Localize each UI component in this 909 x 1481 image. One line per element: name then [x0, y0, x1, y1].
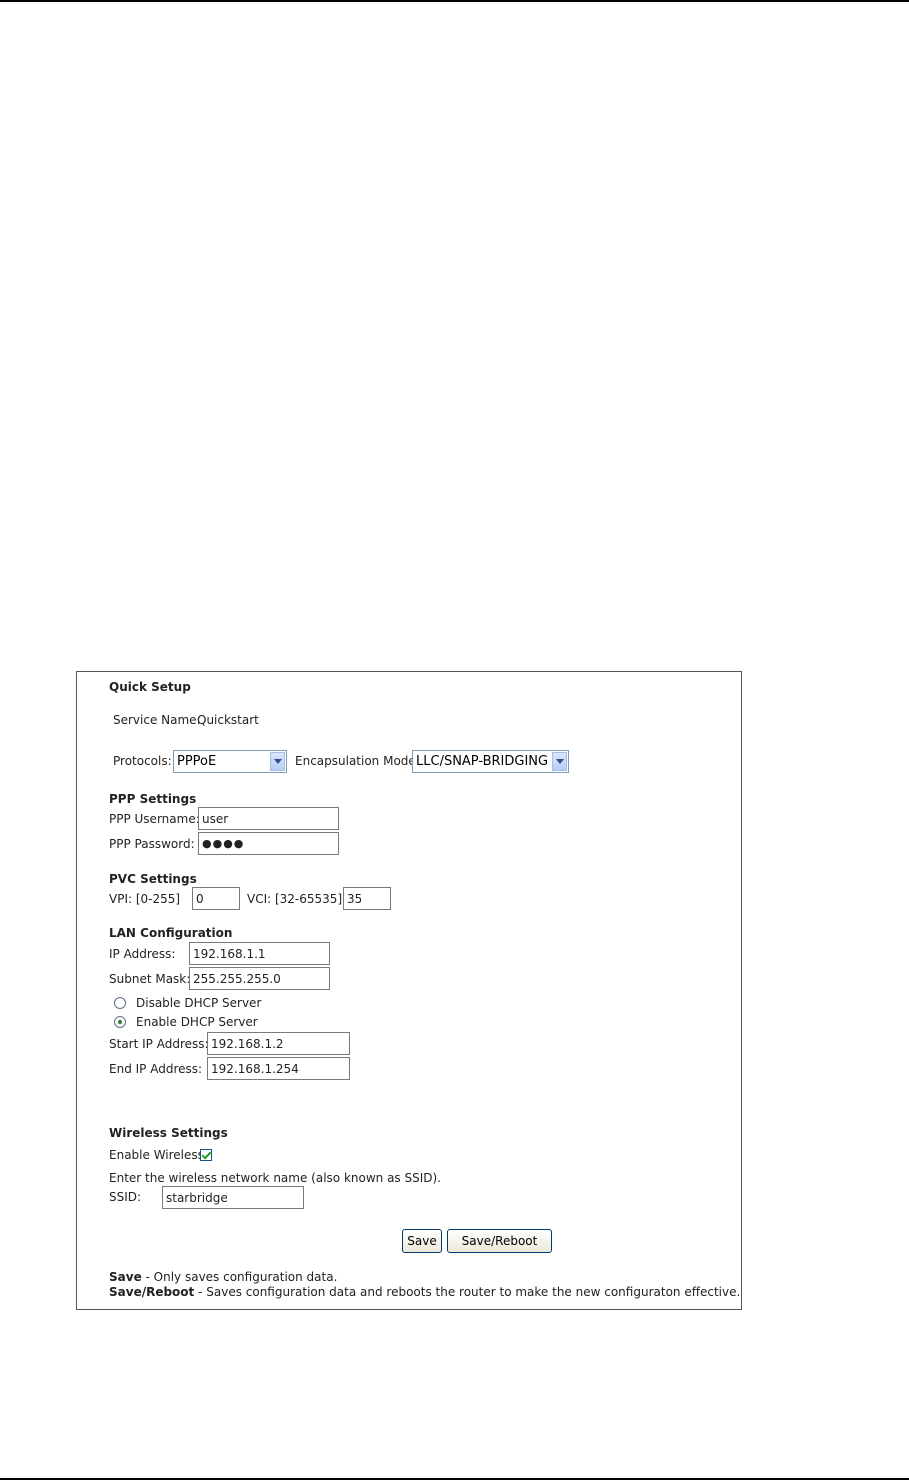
vci-field[interactable]: [343, 887, 391, 910]
save-reboot-note-desc: - Saves configuration data and reboots t…: [194, 1285, 741, 1299]
enable-wireless-label: Enable Wireless: [109, 1148, 204, 1162]
enable-wireless-checkbox[interactable]: [200, 1149, 212, 1161]
protocols-select[interactable]: PPPoE: [173, 750, 287, 773]
vpi-label: VPI: [0-255]: [109, 892, 181, 906]
start-ip-label: Start IP Address:: [109, 1037, 209, 1051]
encapsulation-selected-value: LLC/SNAP-BRIDGING: [416, 754, 549, 769]
ip-address-field[interactable]: [189, 942, 330, 965]
quick-setup-panel: Quick Setup Service Name: Quickstart Pro…: [76, 671, 742, 1310]
top-rule: [0, 0, 909, 2]
save-reboot-note-term: Save/Reboot: [109, 1285, 195, 1299]
start-ip-field[interactable]: [207, 1032, 350, 1055]
vpi-field[interactable]: [192, 887, 240, 910]
subnet-mask-field[interactable]: [189, 967, 330, 990]
protocols-label: Protocols:: [113, 754, 172, 768]
service-name-value: Quickstart: [197, 713, 259, 727]
save-button[interactable]: Save: [402, 1229, 442, 1253]
ip-address-label: IP Address:: [109, 947, 176, 961]
disable-dhcp-label: Disable DHCP Server: [136, 996, 262, 1010]
save-note-term: Save: [109, 1270, 142, 1284]
enable-dhcp-radio[interactable]: [114, 1016, 126, 1028]
ppp-username-field[interactable]: [198, 807, 339, 830]
ppp-password-field[interactable]: ●●●●: [198, 832, 339, 855]
chevron-down-icon[interactable]: [552, 752, 567, 771]
save-note-desc: - Only saves configuration data.: [141, 1270, 338, 1284]
lan-configuration-heading: LAN Configuration: [109, 926, 233, 940]
chevron-down-icon[interactable]: [270, 752, 285, 771]
ssid-label: SSID:: [109, 1190, 142, 1204]
subnet-mask-label: Subnet Mask:: [109, 972, 191, 986]
ssid-hint: Enter the wireless network name (also kn…: [109, 1171, 441, 1185]
page-title: Quick Setup: [109, 680, 191, 694]
bottom-rule: [0, 1478, 909, 1480]
end-ip-label: End IP Address:: [109, 1062, 203, 1076]
ppp-settings-heading: PPP Settings: [109, 792, 197, 806]
ssid-field[interactable]: [162, 1186, 304, 1209]
pvc-settings-heading: PVC Settings: [109, 872, 197, 886]
encapsulation-label: Encapsulation Mode:: [295, 754, 420, 768]
encapsulation-select[interactable]: LLC/SNAP-BRIDGING: [412, 750, 569, 773]
service-name-label: Service Name:: [113, 713, 201, 727]
save-reboot-button[interactable]: Save/Reboot: [447, 1229, 552, 1253]
protocols-selected-value: PPPoE: [177, 754, 217, 769]
disable-dhcp-radio[interactable]: [114, 997, 126, 1009]
save-reboot-note: Save/Reboot - Saves configuration data a…: [109, 1285, 740, 1299]
vci-label: VCI: [32-65535]: [247, 892, 343, 906]
ppp-username-label: PPP Username:: [109, 812, 200, 826]
ppp-password-label: PPP Password:: [109, 837, 195, 851]
end-ip-field[interactable]: [207, 1057, 350, 1080]
save-note: Save - Only saves configuration data.: [109, 1270, 337, 1284]
enable-dhcp-label: Enable DHCP Server: [136, 1015, 258, 1029]
wireless-settings-heading: Wireless Settings: [109, 1126, 228, 1140]
